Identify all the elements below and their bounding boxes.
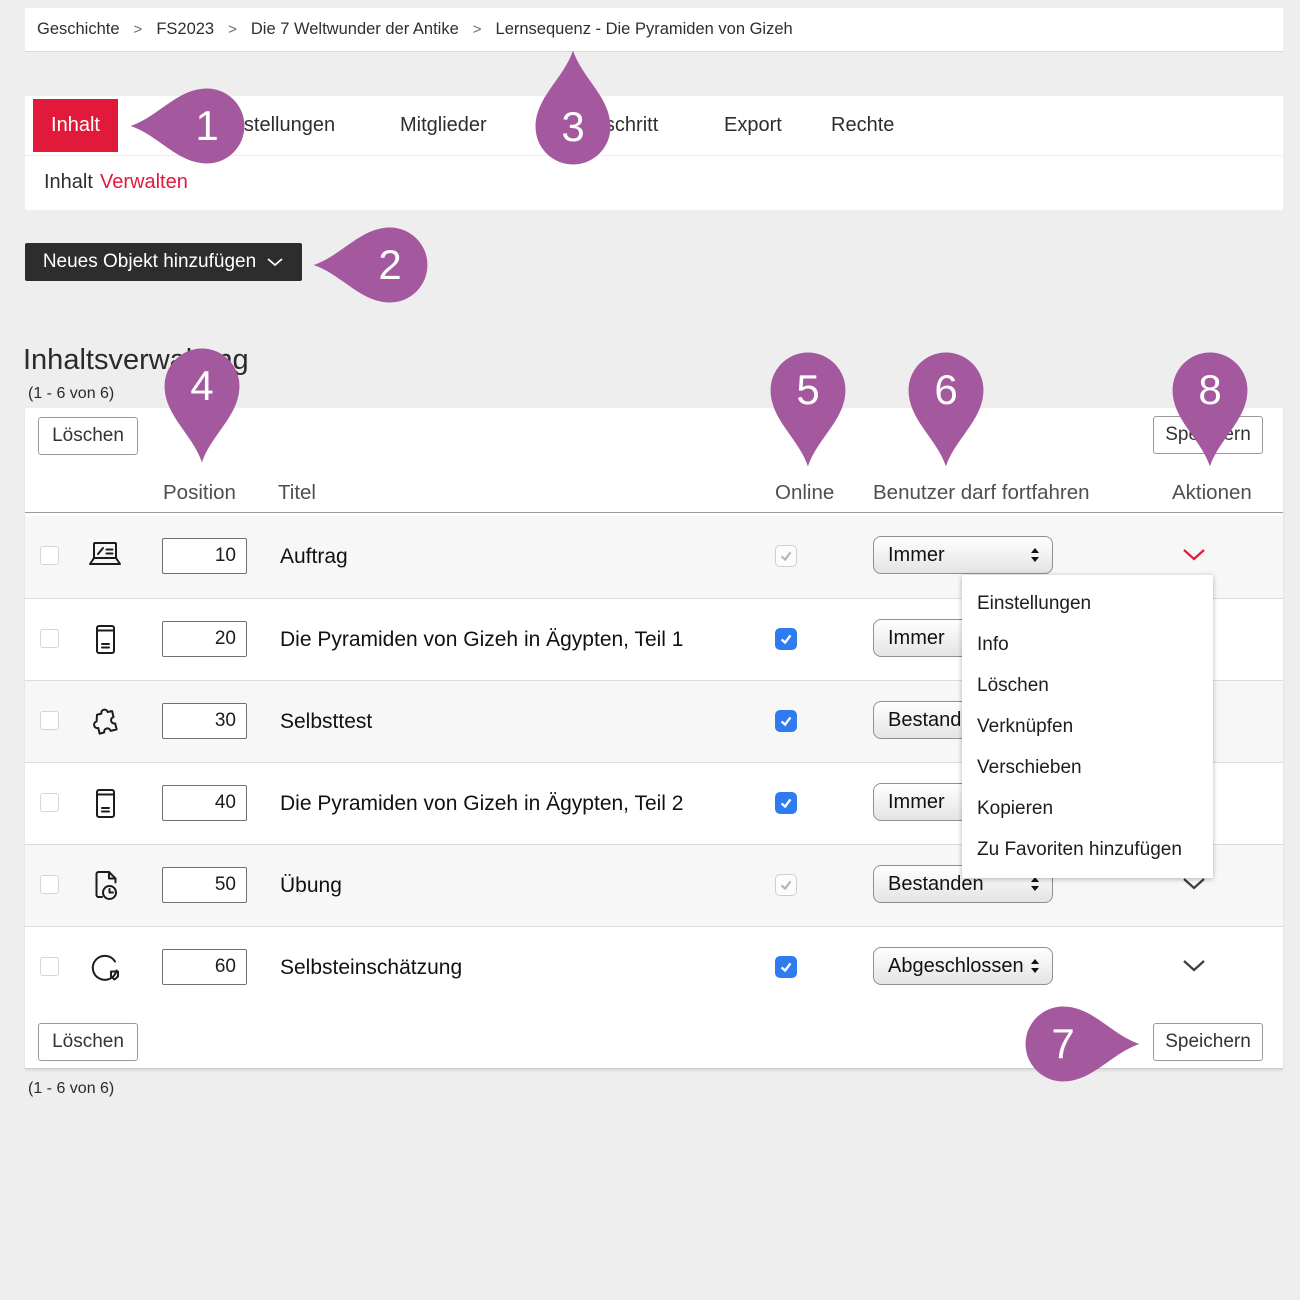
- select-arrows-icon: [1030, 876, 1040, 892]
- add-object-button[interactable]: Neues Objekt hinzufügen: [25, 243, 302, 281]
- self-assessment-icon: [85, 948, 125, 988]
- position-input[interactable]: [162, 867, 247, 903]
- menu-item-verschieben[interactable]: Verschieben: [962, 747, 1213, 788]
- breadcrumb-separator: >: [228, 21, 237, 38]
- check-icon: [778, 548, 794, 564]
- row-select-checkbox[interactable]: [40, 957, 59, 976]
- tab-rechte[interactable]: Rechte: [831, 96, 894, 154]
- breadcrumb-item[interactable]: Lernsequenz - Die Pyramiden von Gizeh: [496, 20, 793, 39]
- subtab-inhalt[interactable]: Inhalt: [44, 156, 93, 208]
- tab-einstellungen[interactable]: Einstellungen: [215, 96, 335, 154]
- menu-item-zu-favoriten[interactable]: Zu Favoriten hinzufügen: [962, 829, 1213, 870]
- check-icon: [778, 631, 794, 647]
- select-arrows-icon: [1030, 958, 1040, 974]
- continue-select-value: Immer: [888, 544, 945, 567]
- continue-select-value: Immer: [888, 791, 945, 814]
- row-select-checkbox[interactable]: [40, 546, 59, 565]
- assignment-icon: [85, 537, 125, 577]
- breadcrumb-item[interactable]: FS2023: [156, 20, 214, 39]
- row-select-checkbox[interactable]: [40, 875, 59, 894]
- result-range-top: (1 - 6 von 6): [28, 385, 114, 403]
- tab-bar: Inhalt Einstellungen Mitglieder Lernfort…: [25, 96, 1283, 210]
- online-checkbox[interactable]: [775, 792, 797, 814]
- continue-select-value: Immer: [888, 627, 945, 650]
- row-title[interactable]: Die Pyramiden von Gizeh in Ägypten, Teil…: [280, 763, 684, 845]
- tab-divider: [25, 155, 1283, 156]
- subtab-verwalten[interactable]: Verwalten: [100, 156, 188, 208]
- tab-label: Inhalt: [51, 114, 100, 137]
- selftest-puzzle-icon: [85, 702, 125, 742]
- column-header-title: Titel: [278, 481, 316, 505]
- row-select-checkbox[interactable]: [40, 629, 59, 648]
- add-object-label: Neues Objekt hinzufügen: [43, 251, 256, 273]
- menu-item-info[interactable]: Info: [962, 624, 1213, 665]
- tab-lernfortschritt[interactable]: Lernfortschritt: [536, 96, 658, 154]
- row-title[interactable]: Die Pyramiden von Gizeh in Ägypten, Teil…: [280, 599, 684, 681]
- online-checkbox[interactable]: [775, 874, 797, 896]
- exercise-clock-icon: [85, 866, 125, 906]
- result-range-bottom: (1 - 6 von 6): [28, 1080, 114, 1098]
- annotation-marker-2: 2: [351, 226, 429, 343]
- online-checkbox[interactable]: [775, 628, 797, 650]
- continue-select-value: Abgeschlossen: [888, 955, 1024, 978]
- table-row: Selbsteinschätzung Abgeschlossen: [25, 926, 1283, 1008]
- online-checkbox[interactable]: [775, 545, 797, 567]
- breadcrumb-separator: >: [473, 21, 482, 38]
- column-header-continue: Benutzer darf fortfahren: [873, 481, 1090, 505]
- online-checkbox[interactable]: [775, 956, 797, 978]
- breadcrumb-separator: >: [134, 21, 143, 38]
- position-input[interactable]: [162, 621, 247, 657]
- check-icon: [778, 959, 794, 975]
- chevron-down-icon: [266, 257, 284, 267]
- row-title[interactable]: Übung: [280, 845, 342, 927]
- column-header-position: Position: [163, 481, 236, 505]
- row-title[interactable]: Selbsttest: [280, 681, 372, 763]
- online-checkbox[interactable]: [775, 710, 797, 732]
- menu-item-kopieren[interactable]: Kopieren: [962, 788, 1213, 829]
- tab-inhalt[interactable]: Inhalt: [33, 99, 118, 152]
- delete-button-bottom[interactable]: Löschen: [38, 1023, 138, 1061]
- row-title[interactable]: Selbsteinschätzung: [280, 927, 462, 1009]
- breadcrumb-item[interactable]: Die 7 Weltwunder der Antike: [251, 20, 459, 39]
- position-input[interactable]: [162, 785, 247, 821]
- column-header-actions: Aktionen: [1172, 481, 1252, 505]
- menu-item-loeschen[interactable]: Löschen: [962, 665, 1213, 706]
- row-title[interactable]: Auftrag: [280, 516, 348, 598]
- select-arrows-icon: [1030, 547, 1040, 563]
- content-management-page: Geschichte > FS2023 > Die 7 Weltwunder d…: [0, 0, 1300, 1300]
- column-header-online: Online: [775, 481, 834, 505]
- actions-chevron-icon[interactable]: [1182, 959, 1206, 973]
- check-icon: [778, 795, 794, 811]
- learning-module-icon: [85, 620, 125, 660]
- actions-dropdown-menu: Einstellungen Info Löschen Verknüpfen Ve…: [962, 575, 1213, 878]
- position-input[interactable]: [162, 703, 247, 739]
- delete-button-top[interactable]: Löschen: [38, 417, 138, 455]
- tab-export[interactable]: Export: [724, 96, 782, 154]
- row-select-checkbox[interactable]: [40, 711, 59, 730]
- page-title: Inhaltsverwaltung: [23, 344, 249, 377]
- marker-number: 2: [351, 226, 429, 304]
- actions-chevron-icon[interactable]: [1182, 877, 1206, 891]
- check-icon: [778, 713, 794, 729]
- tab-mitglieder[interactable]: Mitglieder: [400, 96, 487, 154]
- continue-select[interactable]: Immer: [873, 536, 1053, 574]
- continue-select[interactable]: Abgeschlossen: [873, 947, 1053, 985]
- menu-item-einstellungen[interactable]: Einstellungen: [962, 583, 1213, 624]
- save-button-top[interactable]: Speichern: [1153, 416, 1263, 454]
- header-divider: [25, 512, 1283, 513]
- learning-module-icon: [85, 784, 125, 824]
- save-button-bottom[interactable]: Speichern: [1153, 1023, 1263, 1061]
- breadcrumb: Geschichte > FS2023 > Die 7 Weltwunder d…: [25, 8, 1283, 52]
- check-icon: [778, 877, 794, 893]
- breadcrumb-item[interactable]: Geschichte: [37, 20, 120, 39]
- actions-chevron-icon[interactable]: [1182, 548, 1206, 562]
- row-select-checkbox[interactable]: [40, 793, 59, 812]
- position-input[interactable]: [162, 538, 247, 574]
- menu-item-verknuepfen[interactable]: Verknüpfen: [962, 706, 1213, 747]
- position-input[interactable]: [162, 949, 247, 985]
